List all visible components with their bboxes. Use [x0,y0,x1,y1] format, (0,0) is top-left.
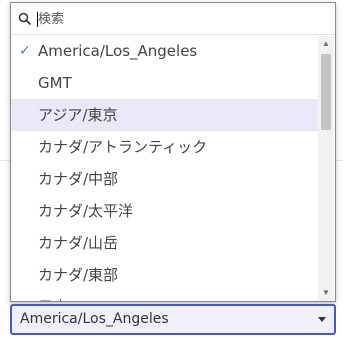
option-label: America/Los_Angeles [38,42,198,60]
background-page-fragment [0,160,10,161]
checkmark-icon: ✓ [19,43,31,59]
search-icon [18,12,32,26]
timezone-list: ✓ America/Los_Angeles GMT アジア/東京 カナダ/アトラ… [11,35,319,301]
option-label: カナダ/アトランティック [38,138,208,156]
timezone-dropdown-panel: ✓ America/Los_Angeles GMT アジア/東京 カナダ/アトラ… [10,2,336,302]
search-row [11,3,335,35]
timezone-select[interactable]: America/Los_Angeles [10,304,336,335]
chevron-down-icon[interactable] [318,317,326,322]
search-input[interactable] [38,8,318,30]
timezone-option-canada-atlantic[interactable]: カナダ/アトランティック [11,131,319,163]
scroll-down-arrow-icon[interactable]: ▼ [318,287,334,299]
timezone-option-canada-pacific[interactable]: カナダ/太平洋 [11,195,319,227]
scroll-up-arrow-icon[interactable]: ▲ [318,38,334,50]
timezone-option-asia-tokyo[interactable]: アジア/東京 [11,99,319,131]
timezone-option-gmt[interactable]: GMT [11,67,319,99]
scrollbar-thumb[interactable] [321,54,331,130]
timezone-option-america-los-angeles[interactable]: ✓ America/Los_Angeles [11,35,319,67]
option-label: カナダ/中部 [38,170,119,188]
timezone-option-canada-mountain[interactable]: カナダ/山岳 [11,227,319,259]
timezone-option-canada-eastern[interactable]: カナダ/東部 [11,259,319,291]
option-label: GMT [38,74,72,92]
timezone-option-canada-central[interactable]: カナダ/中部 [11,163,319,195]
option-label: アジア/東京 [38,106,118,124]
list-scrollbar[interactable]: ▲ ▼ [318,36,334,301]
option-label: カナダ/太平洋 [38,202,134,220]
timezone-option-japan[interactable]: 日本 [11,291,319,301]
option-label: カナダ/東部 [38,266,119,284]
selected-timezone-value: America/Los_Angeles [20,311,169,327]
option-label: 日本 [38,298,68,301]
option-label: カナダ/山岳 [38,234,119,252]
background-page-fragment [336,160,343,161]
